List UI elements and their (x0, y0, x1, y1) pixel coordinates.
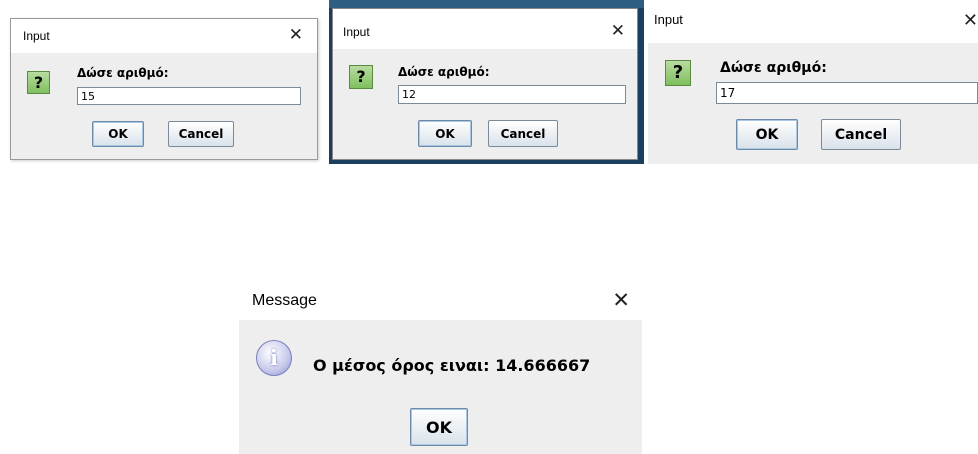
cancel-button[interactable]: Cancel (488, 120, 558, 147)
dialog-title: Message (252, 292, 317, 309)
message-text: Ο μέσος όρος ειναι: 14.666667 (313, 356, 591, 375)
title-bar[interactable]: Input ✕ (11, 19, 317, 53)
ok-button[interactable]: OK (736, 119, 798, 150)
prompt-label: Δώσε αριθμό: (398, 65, 490, 79)
dialog-body: ? Δώσε αριθμό: OK Cancel (648, 43, 978, 164)
information-icon: i (256, 340, 292, 376)
dialog-body: i Ο μέσος όρος ειναι: 14.666667 OK (239, 320, 642, 454)
number-input[interactable] (77, 87, 301, 105)
dialog-title: Input (343, 25, 370, 39)
cancel-button[interactable]: Cancel (821, 119, 901, 150)
close-icon[interactable]: ✕ (289, 25, 303, 45)
dialog-body: ? Δώσε αριθμό: OK Cancel (333, 49, 637, 159)
input-dialog-3: Input ✕ ? Δώσε αριθμό: OK Cancel (648, 0, 978, 164)
dialog-body: ? Δώσε αριθμό: OK Cancel (11, 53, 317, 159)
close-icon[interactable]: ✕ (611, 21, 625, 41)
close-icon[interactable]: ✕ (612, 288, 630, 312)
message-dialog: Message ✕ i Ο μέσος όρος ειναι: 14.66666… (239, 272, 642, 454)
close-icon[interactable]: ✕ (963, 10, 978, 31)
ok-button[interactable]: OK (92, 121, 144, 147)
question-icon: ? (27, 71, 50, 94)
number-input[interactable] (398, 85, 626, 104)
question-icon: ? (349, 65, 373, 89)
dialog-title: Input (654, 12, 683, 27)
input-dialog-2: Input ✕ ? Δώσε αριθμό: OK Cancel (329, 0, 644, 164)
prompt-label: Δώσε αριθμό: (77, 66, 169, 80)
title-bar[interactable]: Input ✕ (333, 9, 637, 49)
input-dialog-1: Input ✕ ? Δώσε αριθμό: OK Cancel (10, 18, 318, 160)
dialog-frame: Input ✕ ? Δώσε αριθμό: OK Cancel (332, 8, 638, 160)
ok-button[interactable]: OK (410, 408, 468, 446)
ok-button[interactable]: OK (418, 120, 472, 147)
number-input[interactable] (716, 82, 978, 104)
title-bar[interactable]: Message ✕ (239, 272, 642, 320)
prompt-label: Δώσε αριθμό: (720, 60, 827, 76)
question-icon: ? (665, 60, 691, 86)
title-bar[interactable]: Input ✕ (648, 0, 978, 43)
background-window-strip (329, 0, 644, 8)
dialog-title: Input (23, 29, 50, 43)
cancel-button[interactable]: Cancel (168, 121, 234, 147)
